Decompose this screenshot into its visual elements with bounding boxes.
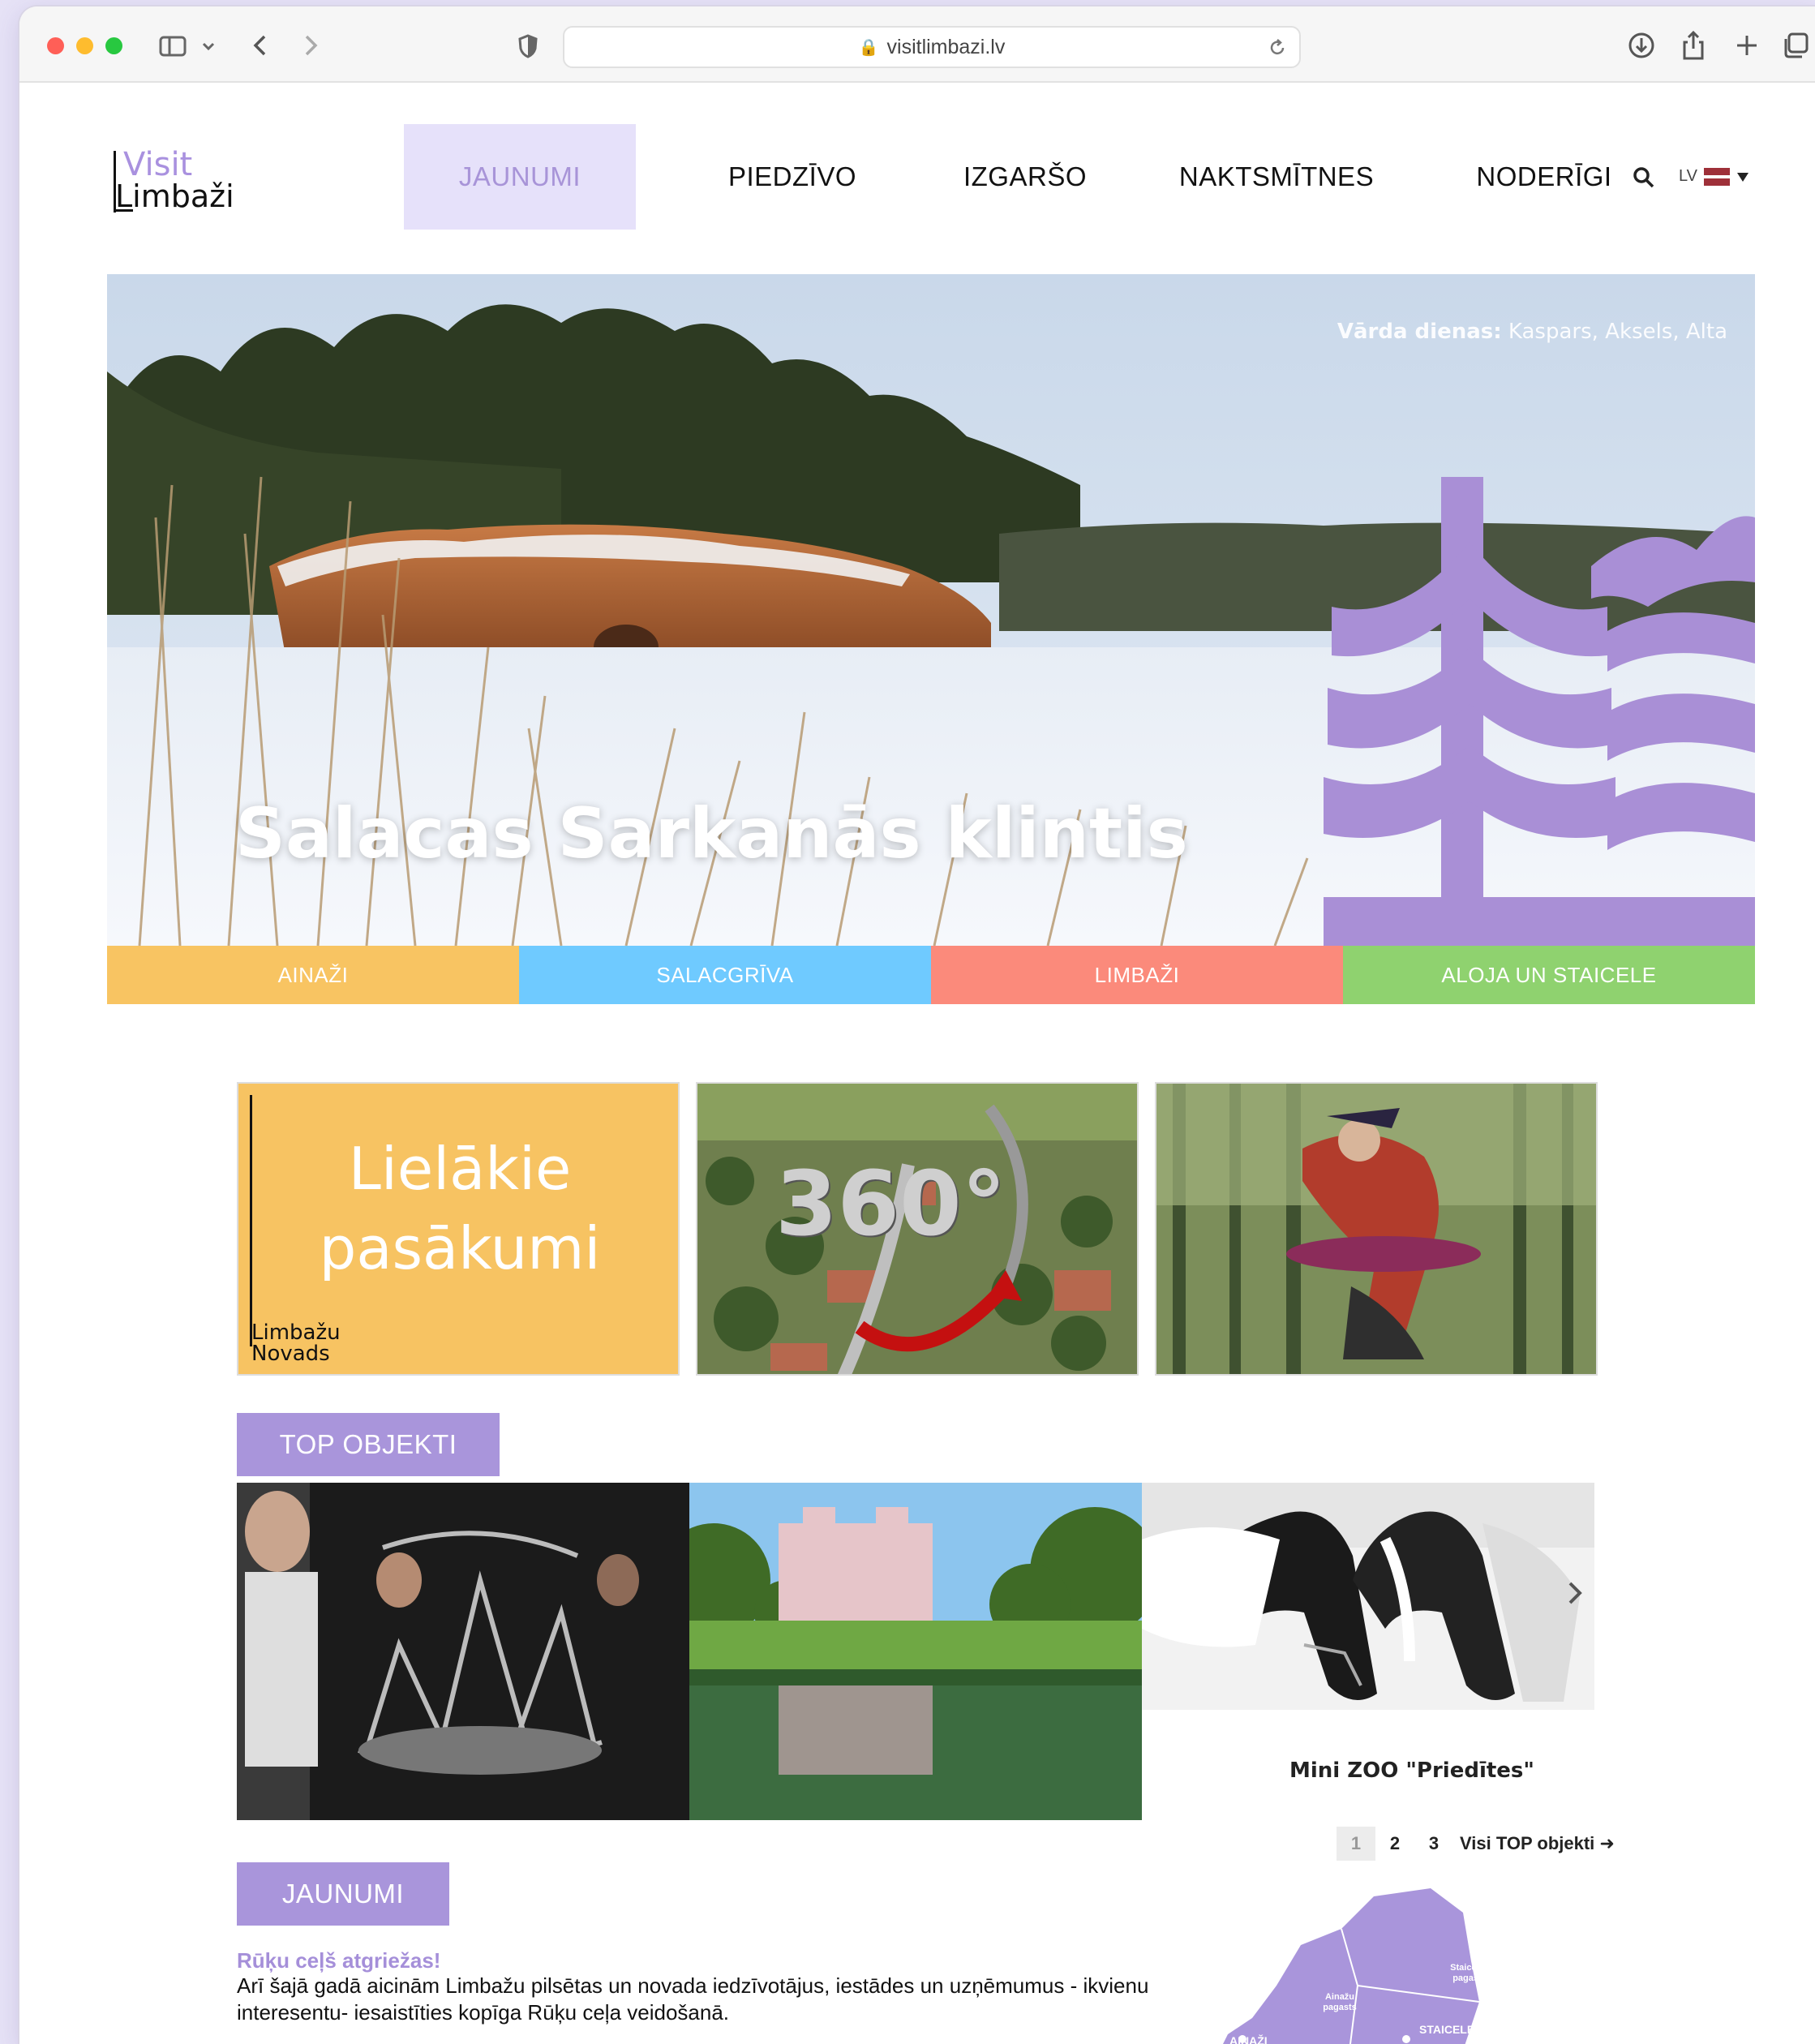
nav-piedzivo[interactable]: PIEDZĪVO [683,124,902,230]
tile-statue-forest[interactable] [1155,1082,1598,1376]
top-object-card-1[interactable] [237,1483,689,1820]
address-bar[interactable]: 🔒 visitlimbazi.lv [563,26,1301,68]
tab-overview-icon[interactable] [1779,29,1812,62]
all-top-objects-link[interactable]: Visi TOP objekti ➜ [1460,1833,1615,1854]
language-selector[interactable]: LV [1679,167,1749,186]
horses-image [1142,1483,1594,1710]
page-2-button[interactable]: 2 [1375,1827,1414,1861]
top-objects-heading[interactable]: TOP OBJEKTI [237,1413,500,1476]
name-days: Vārda dienas: Kaspars, Aksels, Alta [1337,320,1727,344]
region-tabs: AINAŽI SALACGRĪVA LIMBAŽI ALOJA UN STAIC… [107,946,1755,1004]
share-icon[interactable] [1679,29,1708,62]
name-days-label: Vārda dienas: [1337,320,1502,344]
zoom-window-button[interactable] [105,37,122,54]
map-label-staiceles-pagasts: Staiceles pagasts [1450,1963,1489,1983]
top-object-card-2[interactable] [689,1483,1142,1820]
page-3-button[interactable]: 3 [1414,1827,1453,1861]
top-object-card-3[interactable] [1142,1483,1594,1710]
region-tab-aloja-staicele[interactable]: ALOJA UN STAICELE [1343,946,1755,1004]
top-object-caption-3[interactable]: Mini ZOO "Priedītes" [1289,1758,1534,1783]
news-item-body: Arī šajā gadā aicinām Limbažu pilsētas u… [237,1973,1149,2025]
new-tab-plus-icon[interactable] [1732,29,1761,62]
page-1-button[interactable]: 1 [1337,1827,1375,1861]
dropdown-triangle-icon [1736,172,1748,182]
hero-title: Salacas Sarkanās klintis [235,793,1188,874]
name-days-names: Kaspars, Aksels, Alta [1508,320,1727,344]
tile-events-line1: Lielākie [348,1135,572,1203]
map-label-ainazu-pagasts: Ainažu pagasts [1323,1992,1357,2012]
site-logo[interactable]: Visit Limbaži [109,146,271,219]
lock-icon: 🔒 [858,38,879,57]
nav-noderigi[interactable]: NODERĪGI [1447,124,1641,230]
manor-lake-image [689,1483,1142,1820]
metal-ship-sculpture-image [237,1483,689,1820]
downloads-icon[interactable] [1625,29,1658,62]
logo-limbazi-text: Limbaži [115,178,234,214]
chevron-down-icon[interactable] [200,29,217,62]
close-window-button[interactable] [47,37,64,54]
reload-icon[interactable] [1267,37,1288,58]
sidebar-icon[interactable] [157,29,190,62]
nav-izgarso[interactable]: IZGARŠO [928,124,1122,230]
browser-window: 🔒 visitlimbazi.lv Visit Limbaži JAUNUMI … [19,6,1815,2044]
privacy-shield-icon[interactable] [516,29,540,62]
latvian-flag-icon [1703,167,1730,186]
tile-events-line2: pasākumi [319,1214,601,1282]
nav-naktsmitnes[interactable]: NAKTSMĪTNES [1155,124,1398,230]
news-heading[interactable]: JAUNUMI [237,1862,449,1926]
forward-arrow-icon[interactable] [298,29,323,62]
panorama-label: 360° [775,1152,1006,1256]
back-arrow-icon[interactable] [248,29,272,62]
tile-events-brand: Limbažu Novads [251,1322,341,1364]
nav-jaunumi[interactable]: JAUNUMI [404,124,636,230]
carousel-next-arrow-icon[interactable] [1565,1577,1585,1609]
url-text: visitlimbazi.lv [886,35,1006,58]
search-icon[interactable] [1630,164,1659,193]
region-map[interactable] [1220,1880,1560,2044]
news-item-title[interactable]: Rūķu ceļš atgriežas! [237,1948,440,1973]
region-tab-limbazi[interactable]: LIMBAŽI [931,946,1343,1004]
language-code: LV [1679,167,1697,185]
minimize-window-button[interactable] [76,37,93,54]
forest-statue-image [1156,1084,1596,1374]
browser-toolbar: 🔒 visitlimbazi.lv [19,6,1815,83]
tile-360-panorama[interactable]: 360° [696,1082,1139,1376]
region-tab-ainazi[interactable]: AINAŽI [107,946,519,1004]
map-label-ainazi: AINAŽI [1229,2034,1268,2044]
top-objects-pagination: 1 2 3 Visi TOP objekti ➜ [1337,1827,1615,1861]
tile-brand-bottom: Novads [251,1342,330,1366]
tile-brand-top: Limbažu [251,1320,341,1345]
hero-banner[interactable]: Vārda dienas: Kaspars, Aksels, Alta Sala… [107,274,1755,946]
tile-events-heading: Lielākie pasākumi [238,1129,678,1288]
region-tab-salacgriva[interactable]: SALACGRĪVA [519,946,931,1004]
map-label-staicele: STAICELE [1419,2023,1475,2036]
tile-biggest-events[interactable]: Lielākie pasākumi Limbažu Novads [237,1082,680,1376]
